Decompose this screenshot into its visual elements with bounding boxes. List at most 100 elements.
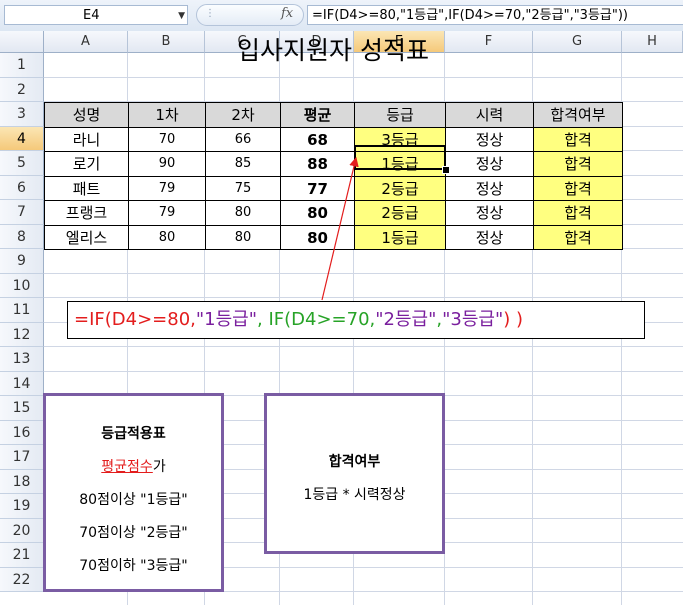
- table-cell[interactable]: 80: [280, 200, 355, 226]
- table-cell[interactable]: 68: [280, 126, 355, 152]
- table-cell[interactable]: 정상: [445, 175, 534, 201]
- grid-row-line: [44, 370, 683, 372]
- callout-part: "3등급": [442, 309, 504, 330]
- name-box[interactable]: E4 ▼: [4, 5, 188, 25]
- table-cell[interactable]: 85: [205, 151, 281, 177]
- formula-bar: E4 ▼ ⋮ fx =IF(D4>=80,"1등급",IF(D4>=70,"2등…: [0, 0, 683, 32]
- select-all-corner[interactable]: [0, 31, 44, 53]
- table-cell[interactable]: 패트: [44, 175, 129, 201]
- table-header-cell[interactable]: 시력: [445, 102, 534, 128]
- pass-panel-title: 합격여부: [328, 454, 381, 470]
- table-cell[interactable]: 77: [280, 175, 355, 201]
- grid-row-line: [44, 346, 683, 347]
- grade-panel-subtitle-rest: 가: [152, 459, 166, 475]
- table-header-cell[interactable]: 합격여부: [533, 102, 623, 128]
- row-header[interactable]: 7: [0, 200, 44, 225]
- pass-panel-rule: 1등급 * 시력정상: [303, 487, 406, 503]
- row-header[interactable]: 9: [0, 249, 44, 274]
- active-cell-border: [354, 145, 446, 170]
- formula-callout: =IF(D4>=80,"1등급", IF(D4>=70,"2등급","3등급")…: [67, 301, 645, 339]
- table-cell[interactable]: 라니: [44, 126, 129, 152]
- table-cell[interactable]: 88: [280, 151, 355, 177]
- table-cell[interactable]: 합격: [533, 224, 623, 250]
- sheet-title: 입사지원자 성적표: [237, 36, 429, 65]
- row-header[interactable]: 5: [0, 151, 44, 176]
- table-cell[interactable]: 2등급: [354, 200, 446, 226]
- row-header[interactable]: 16: [0, 420, 44, 445]
- callout-part: ) ): [503, 309, 524, 330]
- callout-part: "2등급": [375, 309, 437, 330]
- table-cell[interactable]: 66: [205, 126, 281, 152]
- row-header[interactable]: 3: [0, 102, 44, 127]
- table-cell[interactable]: 70: [128, 126, 206, 152]
- table-cell[interactable]: 79: [128, 175, 206, 201]
- grade-rule-line: 70점이하 "3등급": [79, 558, 188, 574]
- table-cell[interactable]: 엘리스: [44, 224, 129, 250]
- table-cell[interactable]: 80: [128, 224, 206, 250]
- grade-panel-title: 등급적용표: [101, 426, 166, 442]
- table-cell[interactable]: 80: [205, 200, 281, 226]
- row-header[interactable]: 10: [0, 273, 44, 298]
- table-header-cell[interactable]: 등급: [354, 102, 446, 128]
- table-cell[interactable]: 정상: [445, 200, 534, 226]
- table-cell[interactable]: 75: [205, 175, 281, 201]
- table-header-cell[interactable]: 2차: [205, 102, 281, 128]
- column-header[interactable]: A: [44, 31, 128, 53]
- grade-rule-panel: 등급적용표 평균점수가 80점이상 "1등급" 70점이상 "2등급" 70점이…: [43, 393, 224, 592]
- table-cell[interactable]: 90: [128, 151, 206, 177]
- table-cell[interactable]: 79: [128, 200, 206, 226]
- resize-grip-icon[interactable]: ⋮: [205, 8, 215, 19]
- row-header[interactable]: 14: [0, 371, 44, 396]
- table-header-cell[interactable]: 성명: [44, 102, 129, 128]
- table-cell[interactable]: 합격: [533, 175, 623, 201]
- callout-part: =IF(D4>=80,: [74, 309, 196, 330]
- column-header[interactable]: G: [533, 31, 622, 53]
- formula-input[interactable]: =IF(D4>=80,"1등급",IF(D4>=70,"2등급","3등급")): [307, 5, 683, 25]
- row-header[interactable]: 8: [0, 224, 44, 249]
- chevron-down-icon[interactable]: ▼: [178, 6, 185, 26]
- row-header[interactable]: 22: [0, 567, 44, 592]
- row-header[interactable]: 19: [0, 494, 44, 519]
- table-cell[interactable]: 정상: [445, 224, 534, 250]
- row-header[interactable]: 13: [0, 347, 44, 372]
- table-cell[interactable]: 로기: [44, 151, 129, 177]
- fill-handle[interactable]: [442, 166, 450, 174]
- row-header[interactable]: 2: [0, 77, 44, 102]
- column-header[interactable]: H: [622, 31, 683, 53]
- table-cell[interactable]: 합격: [533, 151, 623, 177]
- insert-function-icon[interactable]: fx: [281, 6, 293, 21]
- table-header-cell[interactable]: 평균: [280, 102, 355, 128]
- table-cell[interactable]: 합격: [533, 200, 623, 226]
- table-cell[interactable]: 합격: [533, 126, 623, 152]
- row-header[interactable]: 4: [0, 126, 44, 151]
- row-header[interactable]: 6: [0, 175, 44, 200]
- table-cell[interactable]: 프랭크: [44, 200, 129, 226]
- grade-panel-subtitle: 평균점수가: [46, 456, 221, 476]
- row-header[interactable]: 12: [0, 322, 44, 347]
- row-header[interactable]: 15: [0, 396, 44, 421]
- callout-part: , IF(D4>=70,: [257, 309, 376, 330]
- row-header[interactable]: 1: [0, 53, 44, 78]
- table-cell[interactable]: 정상: [445, 151, 534, 177]
- row-header[interactable]: 21: [0, 543, 44, 568]
- row-header[interactable]: 20: [0, 518, 44, 543]
- row-header[interactable]: 18: [0, 469, 44, 494]
- callout-part: "1등급": [195, 309, 258, 330]
- grade-rule-line: 80점이상 "1등급": [79, 492, 188, 508]
- row-header[interactable]: 17: [0, 445, 44, 470]
- table-cell[interactable]: 80: [205, 224, 281, 250]
- pass-rule-panel: 합격여부 1등급 * 시력정상: [264, 393, 445, 554]
- grid-row-line: [44, 272, 683, 274]
- name-box-value: E4: [83, 8, 100, 23]
- row-header[interactable]: 11: [0, 298, 44, 323]
- grade-panel-subtitle-red: 평균점수: [101, 459, 153, 475]
- grid-row-line: [44, 76, 683, 78]
- grade-rule-line: 70점이상 "2등급": [79, 525, 188, 541]
- table-header-cell[interactable]: 1차: [128, 102, 206, 128]
- table-cell[interactable]: 2등급: [354, 175, 446, 201]
- table-cell[interactable]: 정상: [445, 126, 534, 152]
- table-cell[interactable]: 1등급: [354, 224, 446, 250]
- formula-controls: ⋮ fx: [196, 4, 304, 26]
- table-cell[interactable]: 80: [280, 224, 355, 250]
- grid-row-line: [44, 297, 683, 298]
